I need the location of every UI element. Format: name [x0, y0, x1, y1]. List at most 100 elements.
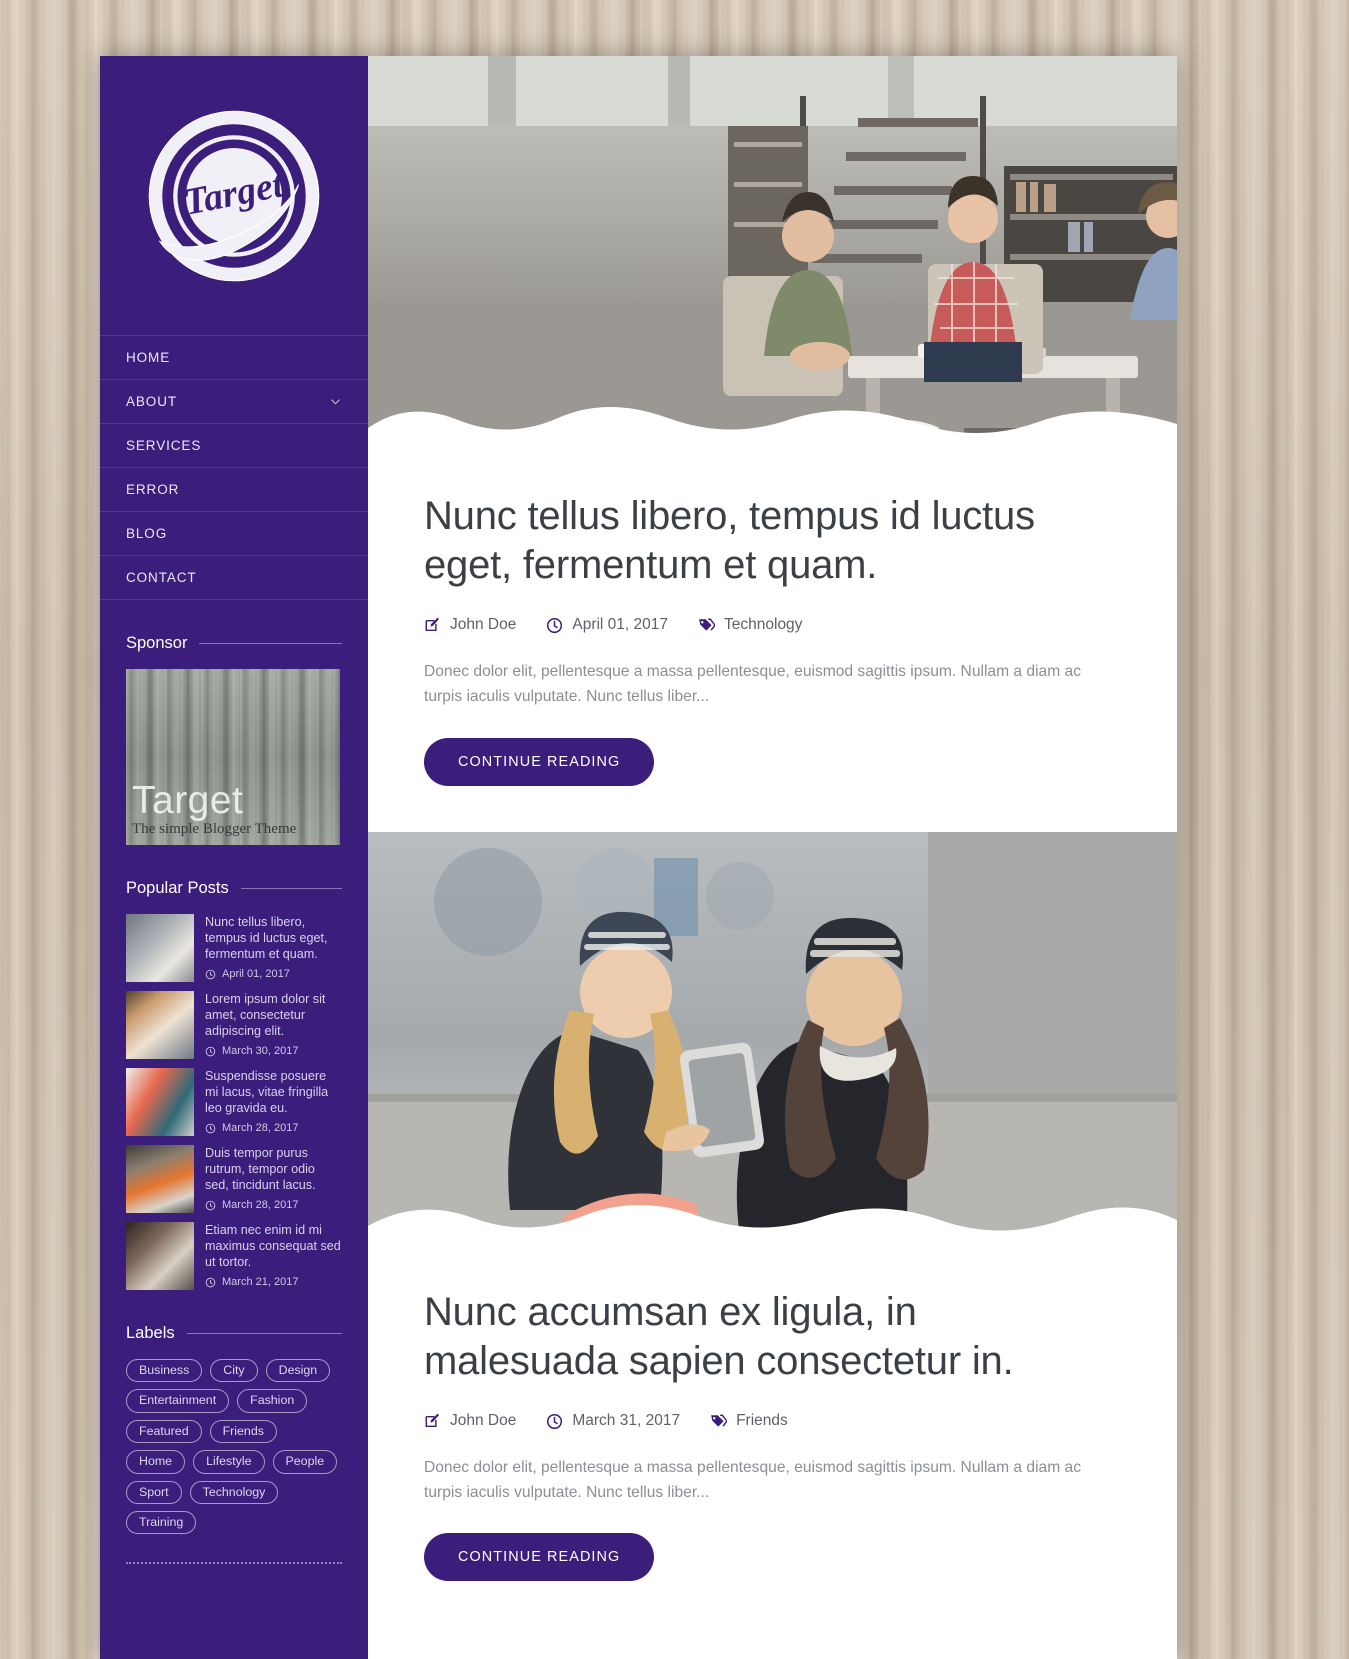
- label-chip-people[interactable]: People: [272, 1450, 338, 1474]
- post-author-text: John Doe: [450, 1412, 517, 1429]
- title-rule: [186, 1333, 342, 1334]
- pencil-square-icon: [425, 1413, 440, 1427]
- wave-divider: [368, 407, 1177, 456]
- sponsor-caption: Target The simple Blogger Theme: [132, 781, 296, 837]
- page-shell: Target HOME ABOUT SERVICES ERROR BLOG CO…: [100, 56, 1177, 1659]
- page-title[interactable]: Nunc tellus libero, tempus id luctus ege…: [424, 492, 1121, 590]
- post-date: March 21, 2017: [205, 1276, 342, 1288]
- list-item[interactable]: Lorem ipsum dolor sit amet, consectetur …: [126, 991, 342, 1059]
- post-card: Nunc accumsan ex ligula, in malesuada sa…: [368, 831, 1177, 1628]
- page-title[interactable]: Nunc accumsan ex ligula, in malesuada sa…: [424, 1288, 1121, 1386]
- label-chip-sport[interactable]: Sport: [126, 1480, 182, 1505]
- post-text-block: Nunc tellus libero, tempus id luctus ege…: [368, 456, 1177, 832]
- label-chip-friends[interactable]: Friends: [209, 1419, 277, 1444]
- post-excerpt: Donec dolor elit, pellentesque a massa p…: [424, 1459, 1082, 1501]
- list-item[interactable]: Duis tempor purus rutrum, tempor odio se…: [126, 1145, 342, 1213]
- clock-icon: [547, 1413, 563, 1429]
- post-date-text: March 28, 2017: [222, 1122, 299, 1135]
- thumbnail-image: [126, 991, 194, 1059]
- sidebar-item-blog[interactable]: BLOG: [100, 512, 368, 556]
- post-summary: Duis tempor purus rutrum, tempor odio se…: [205, 1145, 342, 1213]
- widget-header: Labels: [126, 1324, 342, 1343]
- post-date[interactable]: April 01, 2017: [546, 616, 668, 634]
- nav-label: HOME: [126, 350, 171, 365]
- continue-reading-button[interactable]: CONTINUE READING: [424, 1533, 655, 1582]
- popular-posts-widget: Popular Posts Nunc tellus libero, tempus…: [100, 879, 368, 1290]
- thumbnail-image: [126, 914, 194, 982]
- post-summary: Suspendisse posuere mi lacus, vitae frin…: [205, 1068, 342, 1136]
- post-summary: Lorem ipsum dolor sit amet, consectetur …: [205, 991, 342, 1059]
- post-author[interactable]: John Doe: [424, 616, 516, 634]
- sidebar-item-home[interactable]: HOME: [100, 336, 368, 380]
- label-chip-training[interactable]: Training: [126, 1511, 197, 1535]
- nav-label: BLOG: [126, 526, 168, 541]
- thumbnail-image: [126, 1068, 194, 1136]
- post-thumbnail[interactable]: [126, 991, 194, 1059]
- post-title-link[interactable]: Duis tempor purus rutrum, tempor odio se…: [205, 1145, 342, 1193]
- post-date-text: March 21, 2017: [222, 1276, 299, 1289]
- sidebar-item-services[interactable]: SERVICES: [100, 424, 368, 468]
- post-date[interactable]: March 31, 2017: [546, 1412, 680, 1430]
- label-chip-technology[interactable]: Technology: [189, 1480, 279, 1505]
- post-meta: John Doe April 01, 2017 Technology: [424, 616, 1121, 634]
- post-thumbnail[interactable]: [126, 1145, 194, 1213]
- list-item[interactable]: Suspendisse posuere mi lacus, vitae frin…: [126, 1068, 342, 1136]
- post-summary: Nunc tellus libero, tempus id luctus ege…: [205, 914, 342, 982]
- label-chip-entertainment[interactable]: Entertainment: [126, 1389, 230, 1413]
- list-item[interactable]: Nunc tellus libero, tempus id luctus ege…: [126, 914, 342, 982]
- tags-icon: [699, 618, 716, 631]
- label-chip-lifestyle[interactable]: Lifestyle: [193, 1450, 265, 1474]
- list-item[interactable]: Etiam nec enim id mi maximus consequat s…: [126, 1222, 342, 1290]
- post-date: March 28, 2017: [205, 1199, 342, 1211]
- post-category-text: Technology: [724, 616, 803, 634]
- thumbnail-image: [126, 1222, 194, 1290]
- hero-illustration-two-women-selfie: [368, 831, 1177, 1252]
- widget-header: Sponsor: [126, 634, 342, 653]
- pencil-square-icon: [425, 617, 440, 631]
- post-text-block: Nunc accumsan ex ligula, in malesuada sa…: [368, 1252, 1177, 1628]
- post-featured-image[interactable]: [368, 56, 1177, 456]
- clock-icon: [205, 1277, 216, 1288]
- label-chip-home[interactable]: Home: [126, 1450, 186, 1474]
- post-author-text: John Doe: [450, 616, 517, 634]
- main-navigation: HOME ABOUT SERVICES ERROR BLOG CONTACT: [100, 335, 368, 600]
- nav-label: ERROR: [126, 482, 180, 497]
- post-category[interactable]: Friends: [710, 1412, 788, 1430]
- post-thumbnail[interactable]: [126, 1068, 194, 1136]
- post-title-link[interactable]: Etiam nec enim id mi maximus consequat s…: [205, 1222, 342, 1270]
- nav-label: CONTACT: [126, 570, 197, 585]
- tags-icon: [711, 1414, 728, 1427]
- post-excerpt: Donec dolor elit, pellentesque a massa p…: [424, 663, 1082, 705]
- post-thumbnail[interactable]: [126, 1222, 194, 1290]
- target-circle-logo-icon: Target: [148, 110, 320, 281]
- clock-icon: [205, 969, 216, 980]
- post-summary: Etiam nec enim id mi maximus consequat s…: [205, 1222, 342, 1290]
- site-logo[interactable]: Target: [100, 56, 368, 335]
- main-content: Nunc tellus libero, tempus id luctus ege…: [368, 56, 1177, 1659]
- post-category[interactable]: Technology: [698, 616, 802, 634]
- post-thumbnail[interactable]: [126, 914, 194, 982]
- sidebar-item-contact[interactable]: CONTACT: [100, 556, 368, 600]
- post-featured-image[interactable]: [368, 831, 1177, 1252]
- clock-icon: [205, 1123, 216, 1134]
- sidebar-item-error[interactable]: ERROR: [100, 468, 368, 512]
- sidebar-item-about[interactable]: ABOUT: [100, 380, 368, 424]
- label-chip-featured[interactable]: Featured: [126, 1419, 202, 1444]
- label-chip-fashion[interactable]: Fashion: [237, 1389, 308, 1413]
- clock-icon: [205, 1046, 216, 1057]
- post-author[interactable]: John Doe: [424, 1412, 516, 1430]
- sponsor-banner[interactable]: Target The simple Blogger Theme: [126, 669, 340, 845]
- post-date-text: March 31, 2017: [572, 1412, 681, 1429]
- widget-header: Popular Posts: [126, 879, 342, 898]
- label-chip-design[interactable]: Design: [265, 1359, 331, 1383]
- post-title-link[interactable]: Nunc tellus libero, tempus id luctus ege…: [205, 914, 342, 962]
- clock-icon: [205, 1200, 216, 1211]
- continue-reading-button[interactable]: CONTINUE READING: [424, 737, 655, 786]
- post-title-link[interactable]: Lorem ipsum dolor sit amet, consectetur …: [205, 991, 342, 1039]
- post-title-link[interactable]: Suspendisse posuere mi lacus, vitae frin…: [205, 1068, 342, 1116]
- post-card: Nunc tellus libero, tempus id luctus ege…: [368, 56, 1177, 832]
- post-date: March 30, 2017: [205, 1045, 342, 1057]
- label-chip-business[interactable]: Business: [126, 1359, 203, 1383]
- chevron-down-icon: [331, 399, 340, 405]
- label-chip-city[interactable]: City: [210, 1359, 258, 1383]
